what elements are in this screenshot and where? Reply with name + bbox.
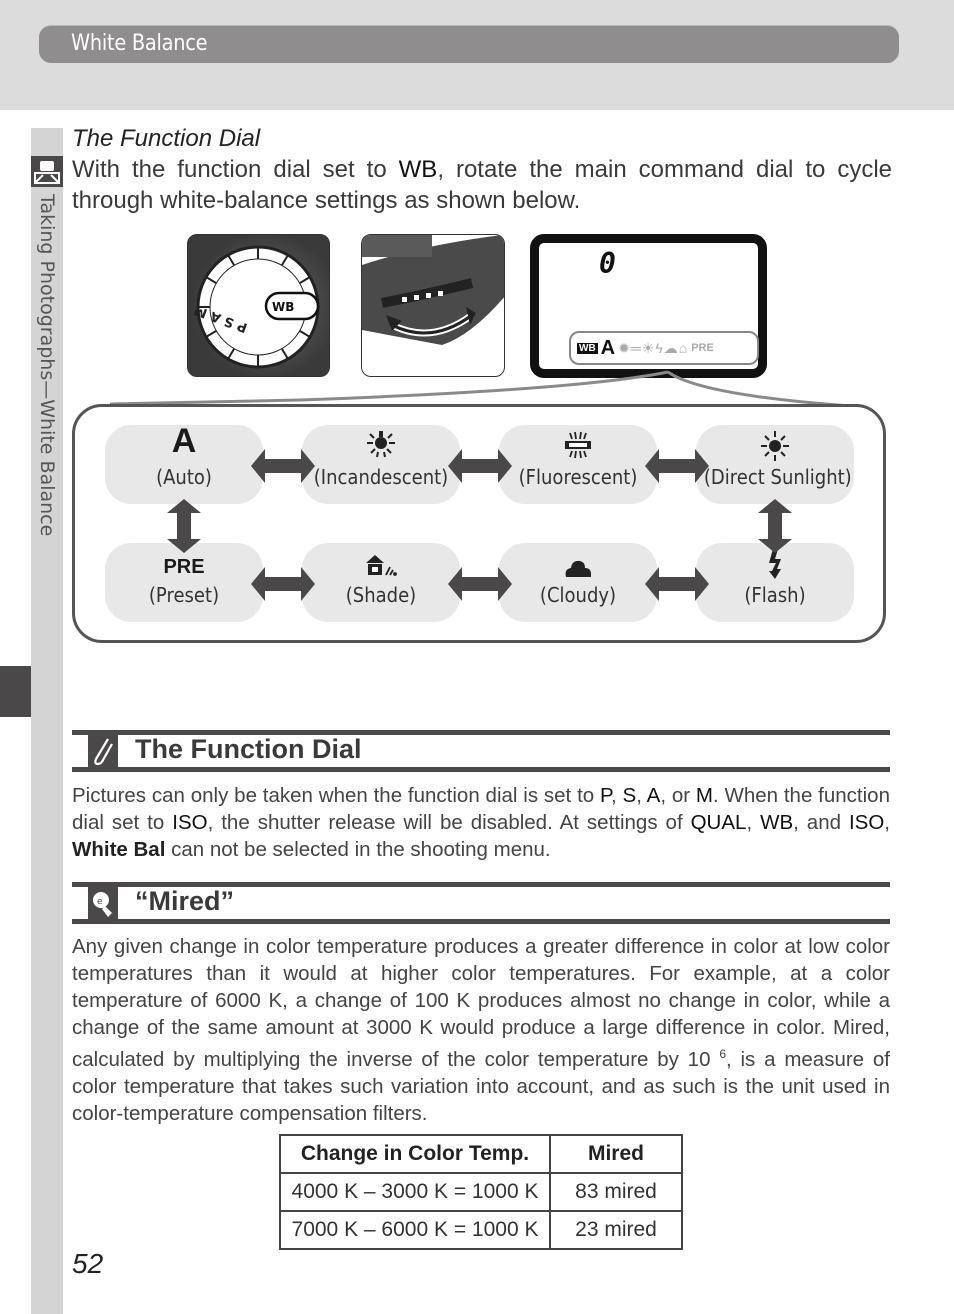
text-run: , and (793, 811, 849, 834)
double-arrow-icon (448, 567, 512, 601)
setting-keyword: M (695, 784, 713, 807)
wb-tile-incandescent: (Incandescent) (302, 425, 460, 504)
wb-tile-preset: PRE (Preset) (105, 543, 263, 622)
table-cell: 7000 K – 6000 K = 1000 K (279, 1210, 551, 1250)
text-run: , or (660, 784, 696, 807)
table-cell: 23 mired (549, 1210, 683, 1250)
wb-tile-fluorescent: (Fluorescent) (499, 425, 657, 504)
wb-tile-auto: A (Auto) (105, 422, 263, 504)
text-run: , (884, 811, 890, 834)
wb-tile-direct-sunlight: (Direct Sunlight) (696, 425, 854, 504)
table-cell: 4000 K – 3000 K = 1000 K (279, 1172, 551, 1212)
shade-icon (302, 543, 460, 579)
note-function-dial-body: Pictures can only be taken when the func… (72, 782, 890, 863)
table-row: 4000 K – 3000 K = 1000 K 83 mired (279, 1172, 683, 1212)
cloudy-icon (499, 543, 657, 579)
text-run: , (611, 784, 623, 807)
vertical-double-arrow-icon (758, 499, 792, 553)
vertical-double-arrow-icon (167, 499, 201, 553)
setting-keyword: A (646, 784, 661, 807)
setting-keyword: S (622, 784, 637, 807)
wb-tile-cloudy: (Cloudy) (499, 543, 657, 622)
incandescent-icon (302, 425, 460, 461)
note-mired-header: e “Mired” (72, 882, 890, 924)
text-run: , the shutter release will be disabled. … (207, 811, 691, 834)
lightbulb-icon: e (88, 887, 118, 919)
sunlight-icon (696, 425, 854, 461)
table-header-cell: Change in Color Temp. (279, 1134, 551, 1174)
setting-keyword: WB (760, 811, 794, 834)
note-title: “Mired” (135, 886, 235, 916)
menu-item-name: White Bal (72, 838, 166, 861)
setting-keyword: QUAL (690, 811, 747, 834)
auto-icon: A (171, 422, 197, 460)
table-cell: 83 mired (549, 1172, 683, 1212)
double-arrow-icon (448, 449, 512, 483)
text-run: can not be selected in the shooting menu… (165, 838, 551, 861)
double-arrow-icon (645, 449, 709, 483)
setting-keyword: ISO (172, 811, 208, 834)
text-run: , (636, 784, 647, 807)
table-header-row: Change in Color Temp. Mired (279, 1134, 683, 1174)
callout-connector (109, 370, 851, 408)
fluorescent-icon (499, 425, 657, 461)
double-arrow-icon (645, 567, 709, 601)
double-arrow-icon (251, 567, 315, 601)
note-function-dial-header: The Function Dial (72, 730, 890, 772)
setting-keyword: P (599, 784, 612, 807)
svg-text:e: e (97, 897, 103, 907)
table-row: 7000 K – 6000 K = 1000 K 23 mired (279, 1210, 683, 1250)
wb-tile-shade: (Shade) (302, 543, 460, 622)
side-tab-marker (0, 666, 31, 717)
wb-tile-flash: (Flash) (696, 543, 854, 622)
note-mired-body: Any given change in color temperature pr… (72, 933, 890, 1127)
exponent: 6 (719, 1047, 726, 1061)
table-header-cell: Mired (549, 1134, 683, 1174)
page-number: 52 (72, 1248, 104, 1279)
setting-keyword: ISO (848, 811, 885, 834)
text-run: Pictures can only be taken when the func… (72, 784, 600, 807)
double-arrow-icon (251, 449, 315, 483)
note-title: The Function Dial (135, 734, 362, 764)
mired-table: Change in Color Temp. Mired 4000 K – 300… (279, 1134, 683, 1250)
text-run: , (746, 811, 761, 834)
paperclip-icon (88, 735, 118, 767)
white-balance-cycle-diagram: A (Auto) (Incandescent) (Fluorescent) (D… (72, 404, 886, 643)
